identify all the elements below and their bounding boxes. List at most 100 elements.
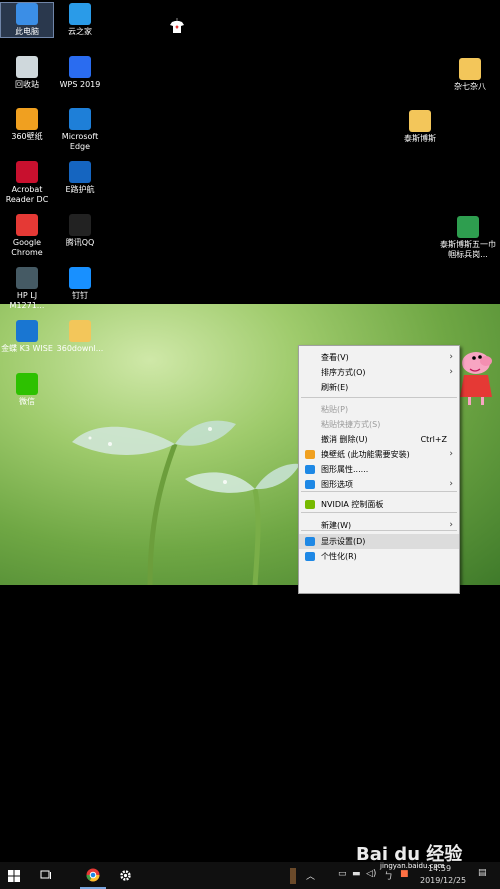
desktop-icon[interactable]: 360壁纸 <box>1 108 53 142</box>
menu-item[interactable]: 粘贴(P) <box>299 402 459 417</box>
desktop-icon[interactable]: Google Chrome <box>1 214 53 258</box>
desktop-icon-label: 腾讯QQ <box>65 238 95 247</box>
desktop-shirt-icon <box>169 18 185 34</box>
menu-item[interactable]: 查看(V) › <box>299 350 459 365</box>
desktop-icon-label: Google Chrome <box>11 238 43 257</box>
taskbar-chrome-button[interactable] <box>80 862 106 889</box>
desktop-icon-label: E路护航 <box>65 185 95 194</box>
desktop-icon-label: 回收站 <box>15 80 39 89</box>
menu-item-shortcut: Ctrl+Z <box>420 435 447 444</box>
desktop-icon[interactable]: Acrobat Reader DC <box>1 161 53 205</box>
menu-item-label: 个性化(R) <box>321 552 357 561</box>
folder-icon <box>409 110 431 132</box>
desktop-icon-label: 泰斯博斯五一巾帼标兵岗... <box>440 240 496 259</box>
nvidia-icon <box>305 500 315 509</box>
taskbar-ime-button[interactable] <box>288 862 298 889</box>
task-view-icon <box>40 870 51 879</box>
desktop-icon[interactable]: 杂七杂八 <box>444 58 496 92</box>
desktop-icon-label: 钉钉 <box>72 291 88 300</box>
menu-item[interactable]: 刷新(E) <box>299 380 459 395</box>
menu-item-label: 刷新(E) <box>321 383 349 392</box>
desktop-icon[interactable]: HP LJ M1271... <box>1 267 53 311</box>
task-view-button[interactable] <box>34 862 58 889</box>
start-button[interactable] <box>0 862 28 889</box>
desktop-icon[interactable]: E路护航 <box>54 161 106 195</box>
menu-separator <box>301 512 457 513</box>
menu-item[interactable]: 排序方式(O) › <box>299 365 459 380</box>
wechat-icon <box>16 373 38 395</box>
desktop-icon[interactable]: 云之家 <box>54 3 106 37</box>
menu-item-label: 粘贴(P) <box>321 405 349 414</box>
menu-item[interactable]: 个性化(R) <box>299 549 459 564</box>
desktop-icon-label: 云之家 <box>68 27 92 36</box>
gear-icon <box>119 870 131 881</box>
menu-item-label: 换壁纸 (此功能需要安装) <box>321 450 410 459</box>
desktop-icon[interactable]: 此电脑 <box>0 2 54 38</box>
menu-item[interactable]: 图形选项 › <box>299 477 459 492</box>
notification-icon[interactable]: ▤ <box>478 868 487 878</box>
desktop-icon[interactable]: 泰斯博斯 <box>394 110 446 144</box>
cloud-icon <box>69 3 91 25</box>
menu-item-label: 撤消 删除(U) <box>321 435 368 444</box>
qq-icon <box>69 214 91 236</box>
desktop-context-menu: 查看(V) › 排序方式(O) › 刷新(E) 粘贴(P) 粘贴快捷方式(S) 撤消 删除(U… <box>298 345 460 594</box>
tray-chevron-up-icon[interactable]: ︿ <box>306 869 315 882</box>
desktop-icon[interactable]: 腾讯QQ <box>54 214 106 248</box>
menu-item-label: 查看(V) <box>321 353 349 362</box>
computer-icon <box>16 3 38 25</box>
desktop-icon[interactable]: 泰斯博斯五一巾帼标兵岗... <box>440 216 496 260</box>
desktop-icon[interactable]: 钉钉 <box>54 267 106 301</box>
intel-graphics-icon <box>305 465 315 474</box>
printer-icon <box>16 267 38 289</box>
tray-ime-icon[interactable]: ㄅ <box>384 869 393 882</box>
intel-graphics-icon <box>305 480 315 489</box>
desktop-icon[interactable]: Microsoft Edge <box>54 108 106 152</box>
menu-item[interactable]: 撤消 删除(U) Ctrl+Z <box>299 432 459 447</box>
e-escort-icon <box>69 161 91 183</box>
menu-item[interactable]: 图形属性...... <box>299 462 459 477</box>
edge-icon <box>69 108 91 130</box>
menu-item-label: NVIDIA 控制面板 <box>321 500 384 509</box>
chrome-icon <box>86 868 100 881</box>
tray-app-icon[interactable]: ■ <box>400 869 409 879</box>
menu-item-label: 图形选项 <box>321 480 353 489</box>
taskbar-settings-button[interactable] <box>112 862 138 889</box>
display-icon <box>305 537 315 546</box>
desktop-icon-label: Microsoft Edge <box>61 132 99 151</box>
wps-icon <box>69 56 91 78</box>
clock-date[interactable]: 2019/12/25 <box>420 876 466 885</box>
desktop-icon-label: 360downl... <box>56 344 104 353</box>
desktop-icon[interactable]: 金蝶 K3 WISE <box>1 320 53 354</box>
kingdee-icon <box>16 320 38 342</box>
menu-item-label: 排序方式(O) <box>321 368 366 377</box>
personalize-icon <box>305 552 315 561</box>
chevron-right-icon: › <box>449 449 453 459</box>
chevron-right-icon: › <box>449 520 453 530</box>
chevron-right-icon: › <box>449 479 453 489</box>
menu-item[interactable]: 换壁纸 (此功能需要安装) › <box>299 447 459 462</box>
desktop-icon-label: 杂七杂八 <box>454 82 486 91</box>
tray-network-icon[interactable]: ▭ <box>338 869 347 879</box>
tray-battery-icon[interactable]: ▬ <box>352 869 361 879</box>
desktop-icon[interactable]: 微信 <box>1 373 53 407</box>
desktop-icon[interactable]: 回收站 <box>1 56 53 90</box>
desktop-icon[interactable]: WPS 2019 <box>54 56 106 90</box>
menu-item[interactable]: 显示设置(D) <box>299 534 459 549</box>
recycle-bin-icon <box>16 56 38 78</box>
peppa-pig-sticker-icon <box>456 347 496 407</box>
tray-volume-icon[interactable]: ◁) <box>366 869 376 879</box>
menu-item-label: 粘贴快捷方式(S) <box>321 420 381 429</box>
spreadsheet-icon <box>457 216 479 238</box>
menu-item-label: 图形属性...... <box>321 465 369 474</box>
desktop-icon-label: 泰斯博斯 <box>404 134 436 143</box>
windows-logo-icon <box>8 869 20 882</box>
menu-separator <box>301 397 457 398</box>
menu-item[interactable]: 新建(W) › <box>299 518 459 533</box>
desktop-icon[interactable]: 360downl... <box>54 320 106 354</box>
menu-item[interactable]: NVIDIA 控制面板 <box>299 497 459 512</box>
desktop-icon-label: 此电脑 <box>15 27 39 36</box>
desktop-icon-label: WPS 2019 <box>59 80 101 89</box>
folder-icon <box>69 320 91 342</box>
chevron-right-icon: › <box>449 367 453 377</box>
menu-item[interactable]: 粘贴快捷方式(S) <box>299 417 459 432</box>
